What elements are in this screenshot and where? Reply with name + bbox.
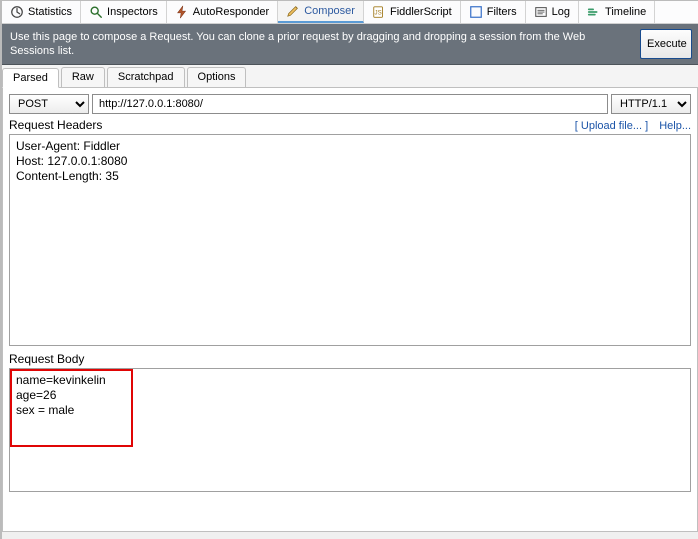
filter-icon bbox=[469, 5, 483, 19]
request-headers-textarea[interactable]: User-Agent: Fiddler Host: 127.0.0.1:8080… bbox=[9, 134, 691, 346]
tab-label: Log bbox=[552, 6, 570, 18]
subtab-scratchpad[interactable]: Scratchpad bbox=[107, 67, 185, 87]
headers-links: [ Upload file... ] Help... bbox=[567, 120, 691, 132]
bolt-icon bbox=[175, 5, 189, 19]
composer-subtabs: Parsed Raw Scratchpad Options bbox=[2, 65, 698, 87]
fiddler-composer-panel: Statistics Inspectors AutoResponder Comp… bbox=[0, 0, 698, 539]
log-icon bbox=[534, 5, 548, 19]
main-tab-strip: Statistics Inspectors AutoResponder Comp… bbox=[2, 1, 698, 24]
pencil-icon bbox=[286, 4, 300, 18]
subtab-options[interactable]: Options bbox=[187, 67, 247, 87]
upload-file-link[interactable]: [ Upload file... ] bbox=[575, 120, 648, 132]
timeline-icon bbox=[587, 5, 601, 19]
tab-composer[interactable]: Composer bbox=[278, 1, 364, 23]
tab-fiddlerscript[interactable]: JS FiddlerScript bbox=[364, 1, 461, 23]
tab-label: Filters bbox=[487, 6, 517, 18]
svg-text:JS: JS bbox=[375, 10, 382, 17]
subtab-raw[interactable]: Raw bbox=[61, 67, 105, 87]
help-link[interactable]: Help... bbox=[659, 120, 691, 132]
tab-statistics[interactable]: Statistics bbox=[2, 1, 81, 23]
headers-content: User-Agent: Fiddler Host: 127.0.0.1:8080… bbox=[10, 135, 690, 188]
info-text: Use this page to compose a Request. You … bbox=[2, 25, 634, 63]
tab-label: Timeline bbox=[605, 6, 646, 18]
clock-icon bbox=[10, 5, 24, 19]
headers-section-header: Request Headers [ Upload file... ] Help.… bbox=[9, 118, 691, 132]
composer-parsed-panel: POST HTTP/1.1 Request Headers [ Upload f… bbox=[2, 87, 698, 532]
http-protocol-select[interactable]: HTTP/1.1 bbox=[611, 94, 691, 114]
body-content: name=kevinkelin age=26 sex = male bbox=[10, 369, 690, 422]
tab-label: Inspectors bbox=[107, 6, 158, 18]
body-section: Request Body name=kevinkelin age=26 sex … bbox=[9, 352, 691, 492]
tab-label: Composer bbox=[304, 5, 355, 17]
execute-button[interactable]: Execute bbox=[640, 29, 692, 59]
body-title: Request Body bbox=[9, 352, 691, 366]
tab-log[interactable]: Log bbox=[526, 1, 579, 23]
request-line-row: POST HTTP/1.1 bbox=[9, 94, 691, 114]
request-body-textarea[interactable]: name=kevinkelin age=26 sex = male bbox=[9, 368, 691, 492]
script-icon: JS bbox=[372, 5, 386, 19]
http-method-select[interactable]: POST bbox=[9, 94, 89, 114]
tab-filters[interactable]: Filters bbox=[461, 1, 526, 23]
composer-info-bar: Use this page to compose a Request. You … bbox=[2, 24, 698, 65]
tab-label: FiddlerScript bbox=[390, 6, 452, 18]
headers-title: Request Headers bbox=[9, 118, 567, 132]
execute-wrapper: Execute bbox=[634, 25, 698, 63]
magnifier-icon bbox=[89, 5, 103, 19]
tab-autoresponder[interactable]: AutoResponder bbox=[167, 1, 278, 23]
tab-timeline[interactable]: Timeline bbox=[579, 1, 655, 23]
tab-label: AutoResponder bbox=[193, 6, 269, 18]
subtab-parsed[interactable]: Parsed bbox=[2, 68, 59, 88]
request-url-input[interactable] bbox=[92, 94, 608, 114]
tab-label: Statistics bbox=[28, 6, 72, 18]
tab-inspectors[interactable]: Inspectors bbox=[81, 1, 167, 23]
